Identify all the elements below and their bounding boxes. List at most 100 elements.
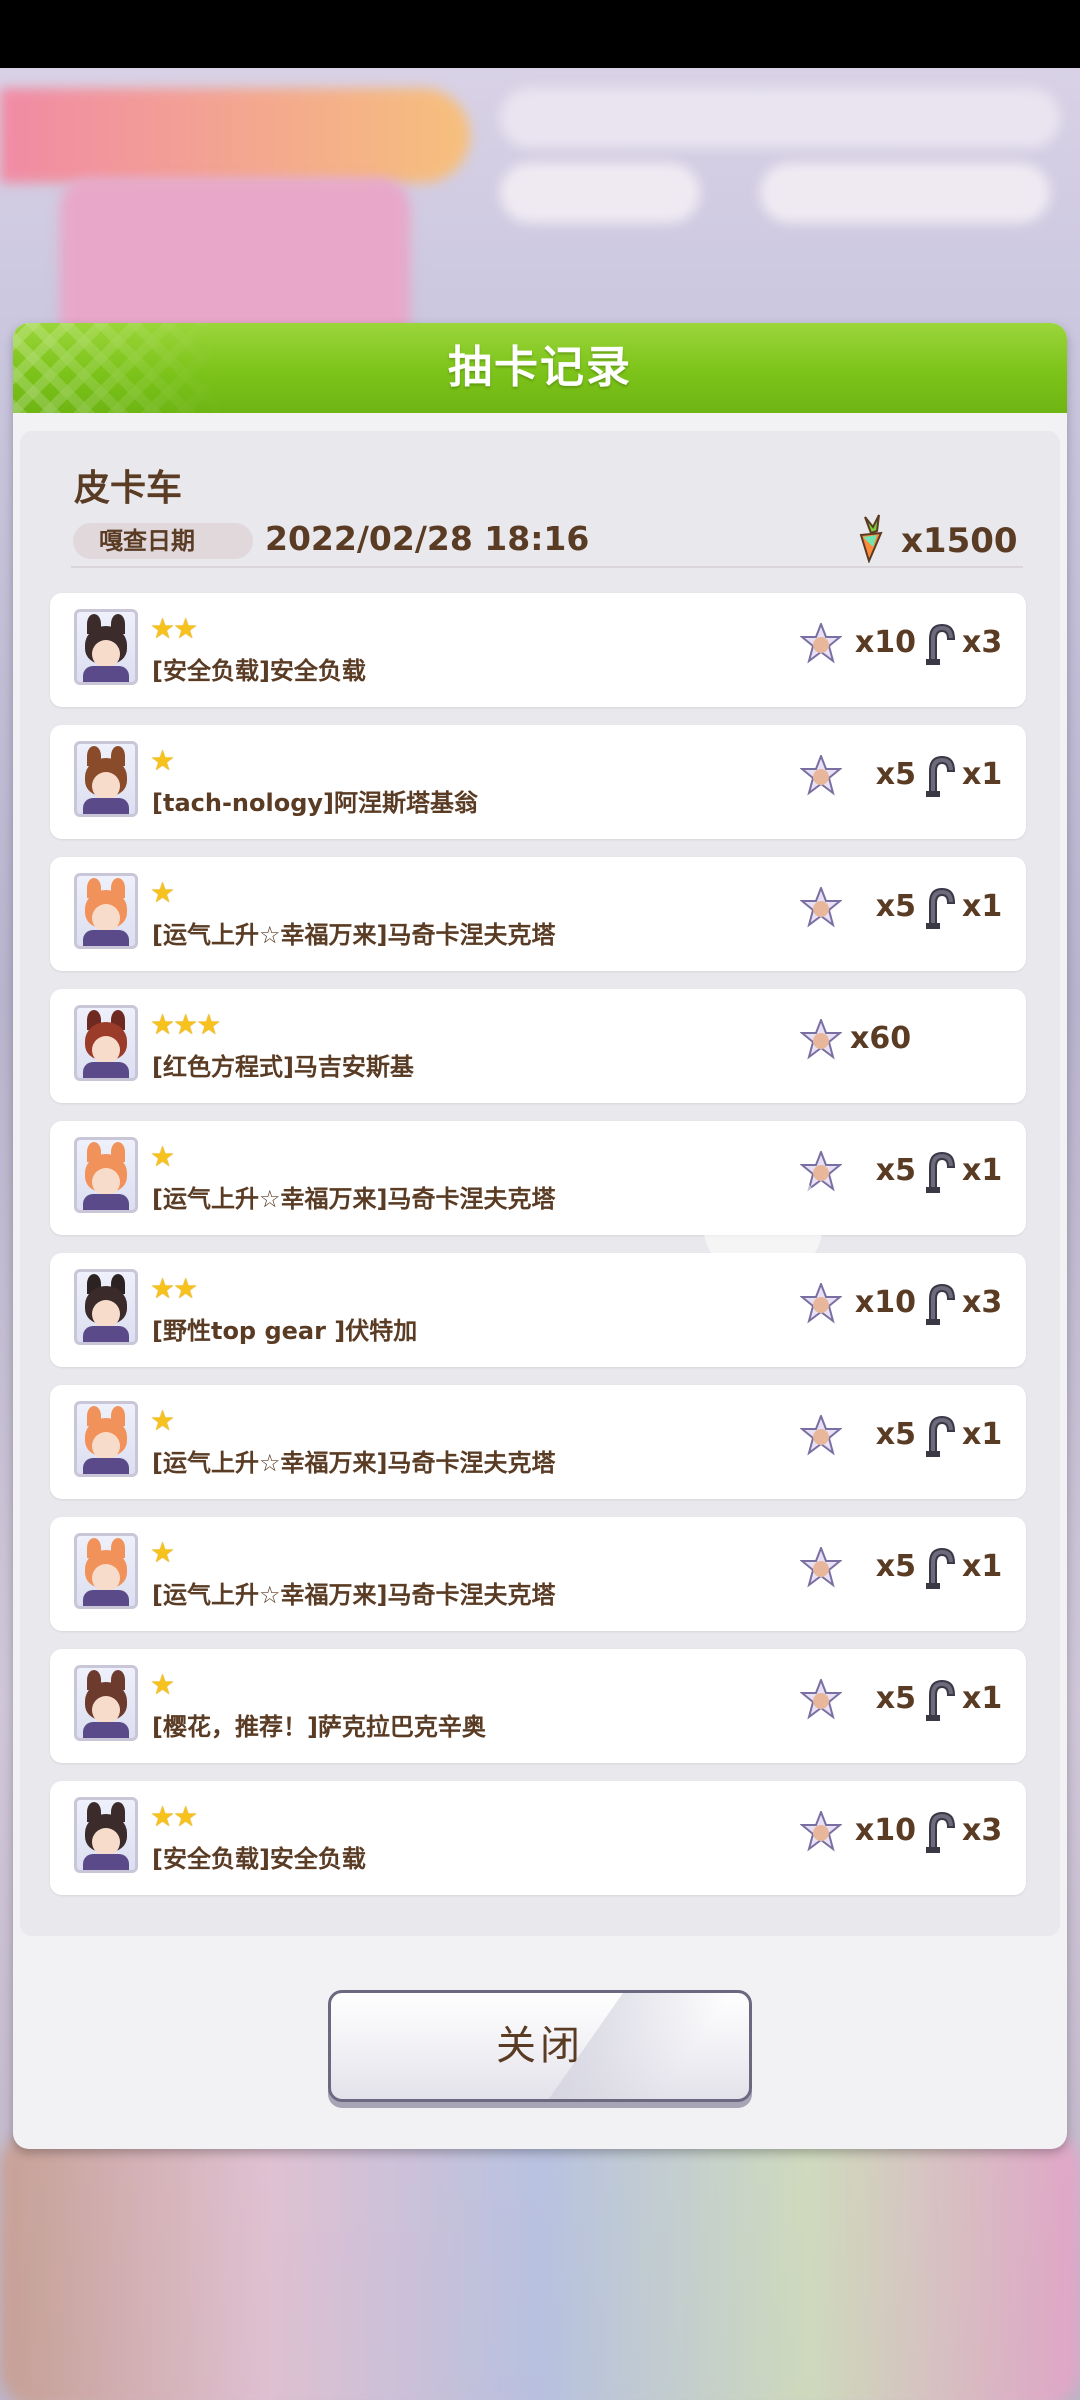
- close-button-label: 关闭: [496, 2023, 584, 2069]
- rarity-stars: ★: [150, 876, 175, 909]
- record-row: ★ [运气上升☆幸福万来]马奇卡涅夫克塔 x5 x1: [50, 1517, 1026, 1631]
- record-row: ★★★ [红色方程式]马吉安斯基 x60: [50, 989, 1026, 1103]
- rarity-stars: ★★★: [150, 1008, 221, 1041]
- avatar-body: [83, 1458, 129, 1474]
- horseshoe-count: x1: [962, 1153, 1003, 1188]
- support-piece-icon: [800, 755, 842, 796]
- card-name: [安全负载]安全负载: [152, 1845, 366, 1873]
- card-name: [运气上升☆幸福万来]马奇卡涅夫克塔: [152, 1581, 556, 1609]
- record-row: ★ [运气上升☆幸福万来]马奇卡涅夫克塔 x5 x1: [50, 857, 1026, 971]
- support-piece-icon: [800, 1283, 842, 1324]
- rarity-stars: ★: [150, 1668, 175, 1701]
- piece-count: x5: [875, 1153, 916, 1188]
- horseshoe-count: x1: [962, 1681, 1003, 1716]
- horseshoe-count: x1: [962, 1549, 1003, 1584]
- horseshoe-icon: [926, 1415, 956, 1457]
- avatar-body: [83, 1326, 129, 1342]
- piece-count: x60: [850, 1021, 912, 1056]
- piece-count: x5: [875, 1549, 916, 1584]
- horseshoe-count: x1: [962, 1417, 1003, 1452]
- piece-count: x5: [875, 1417, 916, 1452]
- horseshoe-icon: [926, 755, 956, 797]
- total-cost: x1500: [901, 521, 1018, 561]
- support-piece-icon: [800, 623, 842, 664]
- close-button[interactable]: 关闭: [328, 1990, 752, 2102]
- horseshoe-icon: [926, 887, 956, 929]
- avatar-body: [83, 1854, 129, 1870]
- record-row: ★★ [安全负载]安全负载 x10 x3: [50, 593, 1026, 707]
- character-avatar: [74, 1401, 138, 1477]
- bg-bottom-nav-blur: [0, 2128, 1080, 2400]
- rarity-stars: ★: [150, 1140, 175, 1173]
- avatar-face: [92, 772, 120, 800]
- horseshoe-icon: [926, 1679, 956, 1721]
- piece-count: x5: [875, 1681, 916, 1716]
- character-avatar: [74, 741, 138, 817]
- card-name: [野性top gear ]伏特加: [152, 1317, 418, 1345]
- card-name: [tach-nology]阿涅斯塔基翁: [152, 789, 478, 817]
- dialog-header: 抽卡记录: [13, 323, 1067, 413]
- horseshoe-icon: [926, 1151, 956, 1193]
- bg-pill-blur: [760, 163, 1050, 223]
- avatar-body: [83, 1062, 129, 1078]
- horseshoe-count: x1: [962, 889, 1003, 924]
- record-row: ★ [tach-nology]阿涅斯塔基翁 x5 x1: [50, 725, 1026, 839]
- avatar-face: [92, 1168, 120, 1196]
- rarity-stars: ★★: [150, 1272, 198, 1305]
- support-piece-icon: [800, 1415, 842, 1456]
- avatar-face: [92, 904, 120, 932]
- character-avatar: [74, 1005, 138, 1081]
- card-name: [樱花，推荐！]萨克拉巴克辛奥: [152, 1713, 486, 1741]
- rarity-stars: ★: [150, 1404, 175, 1437]
- status-bar: [0, 0, 1080, 68]
- support-piece-icon: [800, 1811, 842, 1852]
- piece-count: x10: [854, 625, 916, 660]
- rarity-stars: ★★: [150, 1800, 198, 1833]
- support-piece-icon: [800, 887, 842, 928]
- bg-back-button-blur: [0, 88, 470, 183]
- bg-currency-bar-blur: [500, 88, 1060, 148]
- record-list: ★★ [安全负载]安全负载 x10 x3 ★ [tach-nology]阿涅斯塔…: [50, 593, 1030, 1913]
- piece-count: x5: [875, 889, 916, 924]
- gacha-history-dialog: 抽卡记录 皮卡车 嘎查日期 2022/02/28 18:16 x1500 ★★ …: [13, 323, 1067, 2149]
- piece-count: x10: [854, 1813, 916, 1848]
- record-row: ★ [运气上升☆幸福万来]马奇卡涅夫克塔 x5 x1: [50, 1121, 1026, 1235]
- record-row: ★ [樱花，推荐！]萨克拉巴克辛奥 x5 x1: [50, 1649, 1026, 1763]
- horseshoe-icon: [926, 1283, 956, 1325]
- bg-pill-blur: [500, 163, 700, 223]
- pool-name: 皮卡车: [74, 468, 183, 509]
- rarity-stars: ★★: [150, 612, 198, 645]
- avatar-body: [83, 1194, 129, 1210]
- card-name: [运气上升☆幸福万来]马奇卡涅夫克塔: [152, 1449, 556, 1477]
- carrot-icon: [859, 514, 883, 563]
- character-avatar: [74, 609, 138, 685]
- avatar-face: [92, 1300, 120, 1328]
- horseshoe-icon: [926, 1811, 956, 1853]
- rarity-stars: ★: [150, 744, 175, 777]
- floating-star-button[interactable]: [703, 1163, 823, 1283]
- card-name: [运气上升☆幸福万来]马奇卡涅夫克塔: [152, 1185, 556, 1213]
- avatar-body: [83, 930, 129, 946]
- character-avatar: [74, 1797, 138, 1873]
- support-piece-icon: [800, 1679, 842, 1720]
- record-row: ★ [运气上升☆幸福万来]马奇卡涅夫克塔 x5 x1: [50, 1385, 1026, 1499]
- support-piece-icon: [800, 1547, 842, 1588]
- dialog-title: 抽卡记录: [448, 342, 632, 393]
- rarity-stars: ★: [150, 1536, 175, 1569]
- record-row: ★★ [野性top gear ]伏特加 x10 x3: [50, 1253, 1026, 1367]
- card-name: [运气上升☆幸福万来]马奇卡涅夫克塔: [152, 921, 556, 949]
- date-value: 2022/02/28 18:16: [265, 519, 590, 558]
- character-avatar: [74, 873, 138, 949]
- character-avatar: [74, 1137, 138, 1213]
- record-row: ★★ [安全负载]安全负载 x10 x3: [50, 1781, 1026, 1895]
- card-name: [安全负载]安全负载: [152, 657, 366, 685]
- avatar-face: [92, 1696, 120, 1724]
- card-name: [红色方程式]马吉安斯基: [152, 1053, 414, 1081]
- avatar-face: [92, 1828, 120, 1856]
- avatar-body: [83, 1722, 129, 1738]
- horseshoe-icon: [926, 623, 956, 665]
- avatar-body: [83, 798, 129, 814]
- horseshoe-count: x3: [962, 625, 1003, 660]
- character-avatar: [74, 1665, 138, 1741]
- horseshoe-count: x3: [962, 1285, 1003, 1320]
